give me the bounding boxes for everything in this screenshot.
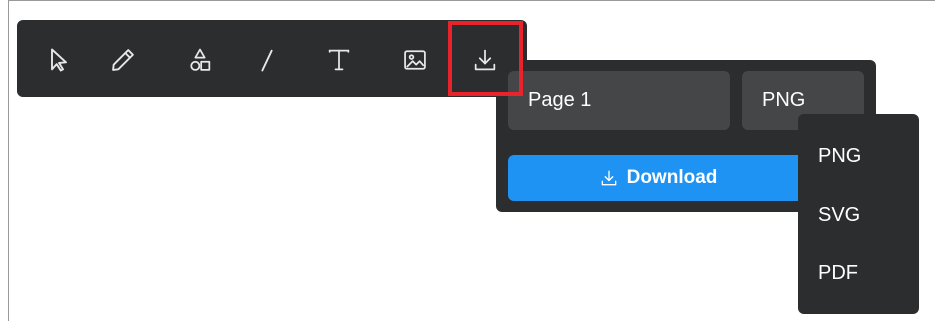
text-tool-button[interactable] xyxy=(321,42,357,78)
format-option-pdf[interactable]: PDF xyxy=(798,251,919,295)
shapes-tool-button[interactable] xyxy=(182,42,218,78)
select-tool-button[interactable] xyxy=(41,42,77,78)
page-select-value: Page 1 xyxy=(528,89,592,111)
shapes-icon xyxy=(190,48,211,71)
export-tool-highlight xyxy=(448,21,523,96)
line-icon xyxy=(261,49,273,72)
pencil-icon xyxy=(112,49,134,71)
format-dropdown-menu: PNG SVG PDF xyxy=(798,114,919,314)
format-option-label: PNG xyxy=(818,144,862,167)
cursor-arrow-icon xyxy=(51,48,67,72)
page-select[interactable]: Page 1 xyxy=(508,71,730,130)
format-select-value: PNG xyxy=(762,89,806,111)
image-icon xyxy=(404,50,426,70)
text-icon xyxy=(328,49,350,71)
download-button-label: Download xyxy=(626,167,718,188)
pencil-tool-button[interactable] xyxy=(105,42,141,78)
format-option-svg[interactable]: SVG xyxy=(798,193,919,237)
format-option-label: SVG xyxy=(818,203,861,226)
image-tool-button[interactable] xyxy=(397,42,433,78)
format-option-label: PDF xyxy=(818,261,858,284)
line-tool-button[interactable] xyxy=(249,42,285,78)
format-option-png[interactable]: PNG xyxy=(798,134,919,178)
download-button[interactable]: Download xyxy=(508,155,808,201)
download-icon xyxy=(601,170,616,186)
